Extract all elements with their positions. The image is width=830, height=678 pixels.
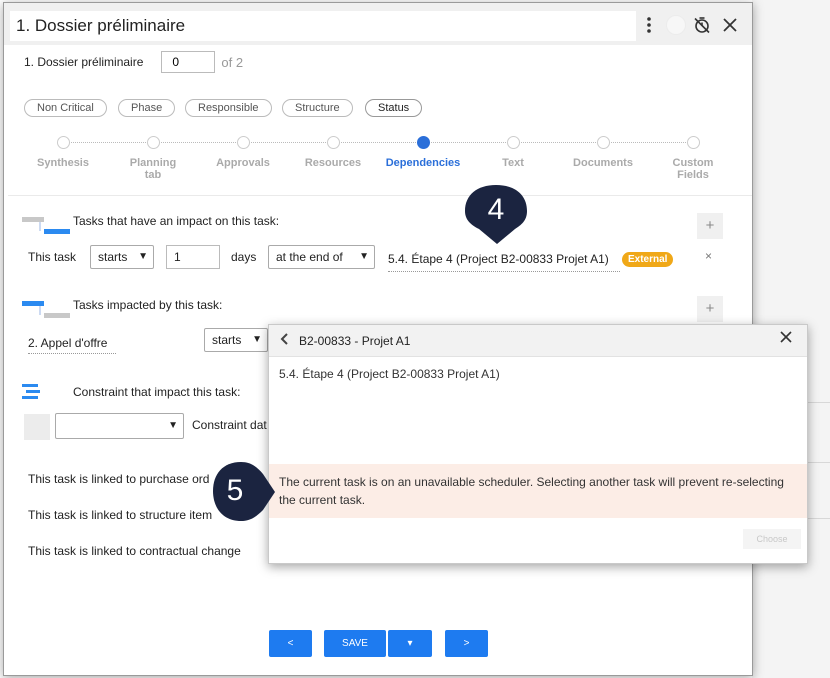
step-dot	[506, 136, 520, 149]
chevron-down-icon: ▼	[252, 334, 262, 345]
predecessor-task-link[interactable]: 5.4. Étape 4 (Project B2-00833 Projet A1…	[388, 252, 609, 266]
successor-task-link[interactable]: 2. Appel d'offre	[28, 336, 107, 350]
step-label: Custom Fields	[672, 157, 714, 181]
remove-predecessor-button[interactable]: ×	[705, 249, 712, 263]
popup-task-item[interactable]: 5.4. Étape 4 (Project B2-00833 Projet A1…	[279, 367, 500, 381]
chip-responsible[interactable]: Responsible	[185, 99, 272, 117]
dossier-number-input[interactable]	[161, 51, 216, 73]
chevron-down-icon: ▼	[168, 420, 178, 431]
at-end-of-value: at the end of	[276, 250, 343, 264]
step-label: Planning tab	[129, 157, 177, 181]
popup-header: B2-00833 - Projet A1	[269, 325, 807, 357]
tab-planning[interactable]: Planning tab	[108, 136, 198, 181]
previous-button[interactable]: <	[269, 630, 312, 657]
unavailable-scheduler-warning: The current task is on an unavailable sc…	[269, 464, 807, 518]
step-dot	[686, 136, 700, 149]
purchase-order-link: This task is linked to purchase ord	[28, 472, 210, 486]
choose-button[interactable]: Choose	[743, 529, 801, 549]
step-dot	[146, 136, 160, 149]
add-predecessor-button[interactable]: +	[697, 213, 723, 239]
close-icon[interactable]	[718, 13, 742, 37]
chip-phase[interactable]: Phase	[118, 99, 176, 117]
structure-item-link: This task is linked to structure item	[28, 508, 213, 522]
chevron-down-icon: ▼	[359, 251, 369, 262]
callout-number-4: 4	[487, 193, 505, 226]
modal-header: 1. Dossier préliminaire	[4, 3, 752, 45]
tab-approvals[interactable]: Approvals	[198, 136, 288, 169]
external-badge: External	[622, 252, 674, 267]
impacted-section-title: Tasks impacted by this task:	[73, 298, 223, 312]
section-divider	[8, 195, 752, 196]
popup-title: B2-00833 - Projet A1	[299, 334, 411, 348]
step-label: Dependencies	[385, 157, 461, 169]
step-dot	[596, 136, 610, 149]
contractual-change-link: This task is linked to contractual chang…	[28, 544, 241, 558]
save-button[interactable]: SAVE	[324, 630, 386, 657]
step-label: Resources	[304, 157, 362, 169]
chip-status[interactable]: Status	[365, 99, 423, 117]
this-task-label: This task	[28, 250, 77, 264]
successor-starts-value: starts	[212, 333, 242, 347]
step-dot	[326, 136, 340, 149]
chevron-down-icon: ▼	[138, 251, 148, 262]
step-dot	[416, 136, 430, 149]
task-ref-underline	[388, 271, 620, 272]
step-label: Approvals	[216, 157, 270, 169]
task-picker-popup: B2-00833 - Projet A1 5.4. Étape 4 (Proje…	[268, 324, 808, 564]
constraint-select[interactable]: ▼	[55, 413, 184, 439]
popup-close-icon[interactable]	[779, 330, 793, 349]
step-dot	[236, 136, 250, 149]
tab-documents[interactable]: Documents	[558, 136, 648, 169]
timer-off-icon[interactable]	[690, 13, 714, 37]
constraint-section-title: Constraint that impact this task:	[73, 385, 241, 399]
dossier-row: 1. Dossier préliminaire of 2	[24, 51, 243, 73]
starts-select-value: starts	[98, 250, 128, 264]
successor-underline	[28, 353, 116, 354]
constraint-date-label: Constraint dat	[192, 418, 267, 432]
status-circle	[666, 15, 686, 35]
predecessor-gantt-icon	[22, 217, 70, 234]
impact-section-title: Tasks that have an impact on this task:	[73, 214, 280, 228]
step-dot	[56, 136, 70, 149]
step-label: Synthesis	[37, 157, 89, 169]
dossier-label: 1. Dossier préliminaire	[24, 55, 144, 69]
more-options-icon[interactable]	[637, 13, 661, 37]
step-label: Documents	[573, 157, 633, 169]
tab-text[interactable]: Text	[468, 136, 558, 169]
chevron-left-icon[interactable]	[279, 332, 289, 349]
chip-non-critical[interactable]: Non Critical	[24, 99, 107, 117]
modal-title[interactable]: 1. Dossier préliminaire	[10, 11, 636, 41]
tab-custom-fields[interactable]: Custom Fields	[648, 136, 738, 181]
chip-structure[interactable]: Structure	[282, 99, 353, 117]
at-end-of-select[interactable]: at the end of ▼	[268, 245, 375, 269]
step-label: Text	[502, 157, 524, 169]
tab-resources[interactable]: Resources	[288, 136, 378, 169]
constraint-icon	[22, 384, 40, 399]
tab-synthesis[interactable]: Synthesis	[18, 136, 108, 169]
save-options-button[interactable]: ▾	[388, 630, 432, 657]
successor-gantt-icon	[22, 301, 70, 318]
successor-starts-select[interactable]: starts ▼	[204, 328, 268, 352]
add-successor-button[interactable]: +	[697, 296, 723, 322]
days-label: days	[231, 250, 257, 264]
next-button[interactable]: >	[445, 630, 488, 657]
starts-select[interactable]: starts ▼	[90, 245, 154, 269]
constraint-color-box[interactable]	[24, 414, 50, 440]
tab-dependencies[interactable]: Dependencies	[378, 136, 468, 169]
days-input[interactable]: 1	[166, 245, 220, 269]
of-count: of 2	[221, 54, 244, 70]
callout-number-5: 5	[226, 474, 244, 507]
